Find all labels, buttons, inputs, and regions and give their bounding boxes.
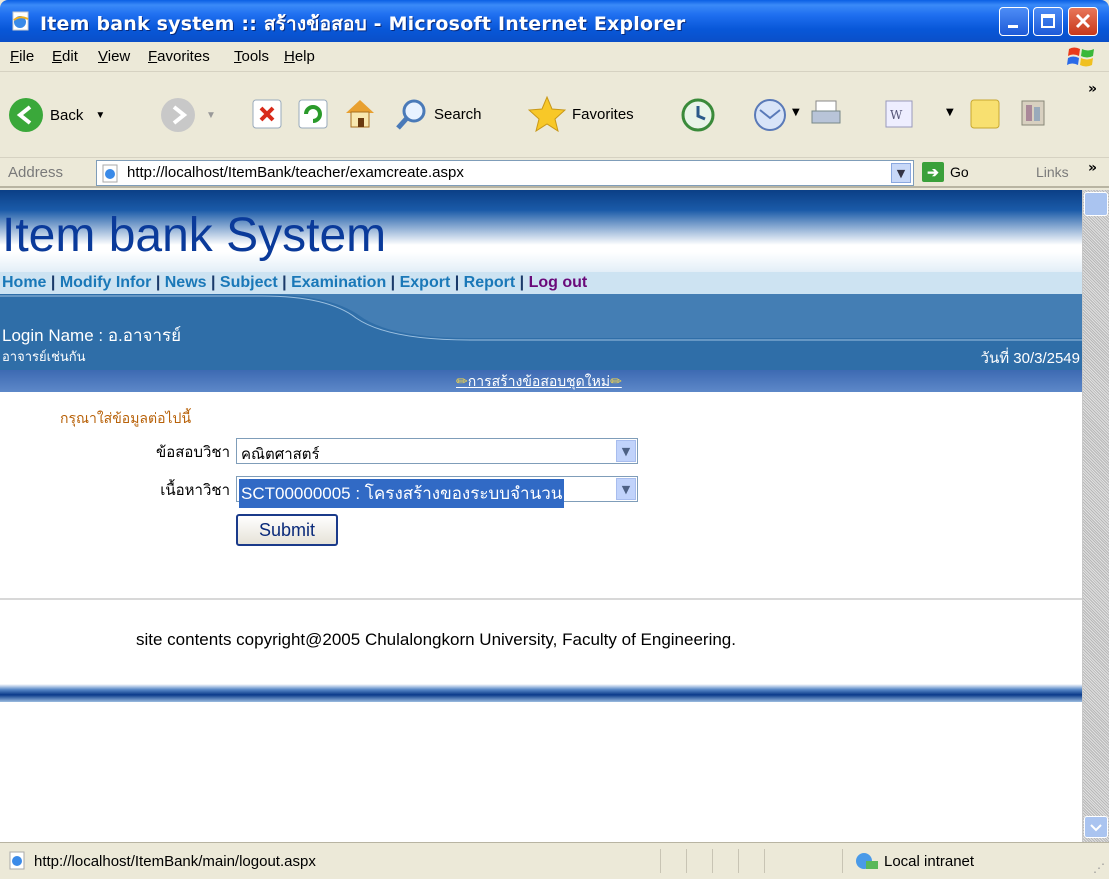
chevron-down-icon — [1090, 824, 1102, 832]
menu-view[interactable]: View — [98, 48, 130, 65]
back-arrow-icon — [9, 98, 43, 132]
footer-bar — [0, 684, 1082, 702]
subject-select[interactable]: คณิตศาสตร์ ▼ — [236, 438, 638, 464]
content-label: เนื้อหาวิชา — [160, 481, 230, 499]
search-icon — [396, 99, 426, 130]
login-name: Login Name : อ.อาจารย์ — [2, 326, 182, 345]
mail-icon[interactable] — [752, 97, 790, 133]
windows-logo-icon — [1067, 47, 1094, 67]
status-url: http://localhost/ItemBank/main/logout.as… — [34, 853, 316, 870]
menu-edit[interactable]: Edit — [52, 48, 78, 65]
stop-icon[interactable] — [250, 97, 284, 131]
nav-report[interactable]: Report — [464, 274, 516, 291]
refresh-icon[interactable] — [296, 97, 330, 131]
menu-help[interactable]: Help — [284, 48, 315, 65]
local-intranet-icon — [856, 853, 878, 869]
nav-news[interactable]: News — [165, 274, 207, 291]
chevron-down-icon: ▼ — [206, 109, 216, 121]
ie-page-icon — [9, 851, 25, 870]
section-bar: ✏การสร้างข้อสอบชุดใหม่✏ — [0, 370, 1082, 392]
ie-page-icon — [12, 11, 29, 31]
security-zone: Local intranet — [884, 853, 975, 870]
vertical-scrollbar[interactable] — [1082, 190, 1109, 842]
scroll-down-button[interactable] — [1084, 816, 1108, 838]
messenger-icon[interactable] — [1016, 95, 1052, 131]
forward-arrow-icon — [161, 98, 195, 132]
menu-favorites[interactable]: Favorites — [148, 48, 210, 65]
nav-modify-infor[interactable]: Modify Infor — [60, 274, 152, 291]
address-url: http://localhost/ItemBank/teacher/examcr… — [127, 164, 464, 181]
nav-examination[interactable]: Examination — [291, 274, 386, 291]
page-content: Item bank System Home | Modify Infor | N… — [0, 190, 1082, 842]
user-info-band: Login Name : อ.อาจารย์ อาจารย์เช่นกัน วั… — [0, 294, 1082, 370]
address-dropdown-icon[interactable]: ▼ — [891, 163, 911, 183]
chevron-down-icon: ▼ — [95, 109, 106, 121]
history-icon[interactable] — [680, 97, 716, 133]
site-nav: Home | Modify Infor | News | Subject | E… — [0, 272, 1082, 294]
menu-file[interactable]: File — [10, 48, 34, 65]
chevron-down-icon: ▼ — [616, 440, 636, 462]
divider — [0, 598, 1082, 600]
status-bar: http://localhost/ItemBank/main/logout.as… — [0, 842, 1109, 879]
ie-window: Item bank system :: สร้างข้อสอบ - Micros… — [0, 0, 1109, 879]
maximize-icon — [1041, 14, 1055, 28]
nav-home[interactable]: Home — [2, 274, 46, 291]
star-icon — [528, 95, 566, 133]
favorites-button[interactable]: Favorites — [528, 95, 634, 133]
copyright-text: site contents copyright@2005 Chulalongko… — [136, 630, 736, 649]
section-title[interactable]: ✏การสร้างข้อสอบชุดใหม่✏ — [456, 371, 622, 393]
links-overflow-icon[interactable]: » — [1088, 160, 1097, 176]
chevron-down-icon: ▼ — [792, 107, 800, 118]
chevron-down-icon: ▼ — [616, 478, 636, 500]
current-date: วันที่ 30/3/2549 — [980, 350, 1080, 367]
nav-export[interactable]: Export — [400, 274, 451, 291]
resize-grip-icon[interactable]: ⋰ — [1093, 861, 1105, 875]
nav-subject[interactable]: Subject — [220, 274, 278, 291]
nav-logout[interactable]: Log out — [529, 274, 588, 291]
svg-text:W: W — [890, 108, 903, 122]
go-arrow-icon: ➔ — [922, 162, 944, 182]
menu-tools[interactable]: Tools — [234, 48, 269, 65]
toolbar-overflow-icon[interactable]: » — [1088, 81, 1097, 97]
menu-bar: File Edit View Favorites Tools Help — [0, 42, 1109, 72]
site-title: Item bank System — [2, 209, 387, 262]
subject-selected-value: คณิตศาสตร์ — [241, 445, 320, 463]
go-button[interactable]: ➔ Go — [922, 162, 969, 182]
forward-button[interactable]: ▼ — [160, 97, 216, 133]
window-title: Item bank system :: สร้างข้อสอบ - Micros… — [40, 13, 686, 35]
close-icon — [1075, 13, 1091, 29]
title-bar: Item bank system :: สร้างข้อสอบ - Micros… — [0, 0, 1109, 42]
content-selected-value: SCT00000005 : โครงสร้างของระบบจำนวน — [239, 479, 565, 508]
address-label: Address — [8, 164, 64, 181]
address-input[interactable]: http://localhost/ItemBank/teacher/examcr… — [96, 160, 914, 186]
links-button[interactable]: Links — [1036, 164, 1069, 180]
login-subtitle: อาจารย์เช่นกัน — [2, 350, 86, 365]
search-button[interactable]: Search — [394, 97, 482, 131]
chevron-down-icon: ▼ — [946, 107, 954, 118]
ie-page-icon — [102, 164, 118, 183]
minimize-button[interactable] — [999, 7, 1029, 36]
close-button[interactable] — [1068, 7, 1098, 36]
word-edit-icon[interactable]: W — [884, 99, 914, 129]
instruction-text: กรุณาใส่ข้อมูลต่อไปนี้ — [60, 411, 192, 427]
toolbar: Back ▼ ▼ Search Favorites ▼ W ▼ » — [0, 73, 1109, 158]
submit-button[interactable]: Submit — [236, 514, 338, 546]
print-icon[interactable] — [808, 95, 844, 131]
discuss-icon[interactable] — [968, 97, 1002, 131]
pencil-icon: ✏ — [456, 374, 468, 390]
pencil-icon: ✏ — [610, 374, 622, 390]
back-button[interactable]: Back ▼ — [8, 97, 105, 133]
scroll-thumb[interactable] — [1084, 192, 1108, 216]
content-select[interactable]: SCT00000005 : โครงสร้างของระบบจำนวน ▼ — [236, 476, 638, 508]
subject-label: ข้อสอบวิชา — [156, 443, 230, 461]
home-icon[interactable] — [342, 95, 378, 131]
minimize-icon — [1008, 25, 1018, 28]
maximize-button[interactable] — [1033, 7, 1063, 36]
address-bar: Address http://localhost/ItemBank/teache… — [0, 158, 1109, 188]
